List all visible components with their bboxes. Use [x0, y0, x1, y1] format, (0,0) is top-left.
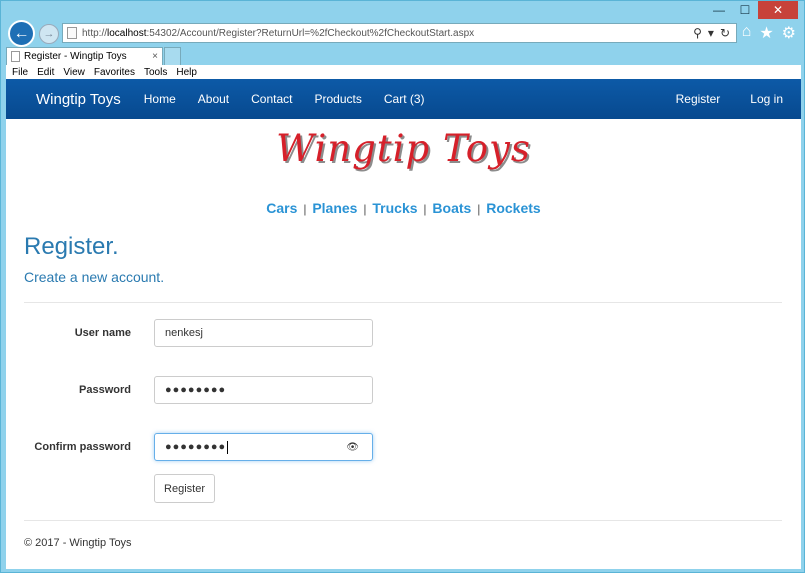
url-host: localhost — [107, 27, 147, 39]
refresh-icon[interactable]: ↻ — [720, 26, 730, 40]
page-icon — [67, 27, 77, 39]
footer-copyright: © 2017 - Wingtip Toys — [24, 537, 132, 549]
confirm-password-input[interactable]: ●●●●●●●● 👁 — [154, 433, 373, 461]
browser-right-icons: ⌂ ★ ⚙ — [742, 23, 796, 43]
nav-register[interactable]: Register — [676, 92, 721, 106]
confirm-password-label: Confirm password — [34, 441, 131, 453]
category-links: Cars | Planes | Trucks | Boats | Rockets — [6, 200, 801, 216]
tab-title: Register - Wingtip Toys — [24, 51, 127, 62]
category-separator: | — [363, 202, 367, 216]
category-rockets[interactable]: Rockets — [486, 200, 540, 216]
eye-icon[interactable]: 👁 — [346, 442, 360, 453]
menu-file[interactable]: File — [12, 67, 28, 78]
menu-edit[interactable]: Edit — [37, 67, 54, 78]
address-url[interactable]: http://localhost:54302/Account/Register?… — [82, 28, 693, 39]
category-separator: | — [303, 202, 307, 216]
password-label: Password — [79, 384, 131, 396]
text-caret — [227, 440, 229, 454]
category-planes[interactable]: Planes — [312, 200, 357, 216]
nav-contact[interactable]: Contact — [251, 92, 292, 106]
new-tab-button[interactable] — [164, 47, 181, 65]
menu-favorites[interactable]: Favorites — [94, 67, 135, 78]
nav-right: Register Log in — [664, 79, 801, 119]
maximize-button[interactable]: ☐ — [732, 1, 758, 19]
divider — [24, 520, 782, 521]
username-label: User name — [74, 327, 131, 339]
search-icon[interactable]: ⚲ — [693, 26, 702, 40]
page-icon — [11, 51, 20, 62]
browser-window: — ☐ ✕ ← → http://localhost:54302/Account… — [0, 0, 805, 573]
category-separator: | — [477, 202, 481, 216]
page-title: Register. — [24, 233, 119, 260]
menu-view[interactable]: View — [63, 67, 85, 78]
url-prefix: http:// — [82, 27, 108, 39]
menu-bar: File Edit View Favorites Tools Help — [6, 65, 801, 79]
divider — [24, 302, 782, 303]
address-bar-icons: ⚲ ▾ ↻ — [693, 26, 736, 40]
brand-link[interactable]: Wingtip Toys — [36, 91, 121, 108]
nav-home[interactable]: Home — [144, 92, 176, 106]
menu-help[interactable]: Help — [176, 67, 197, 78]
url-rest: :54302/Account/Register?ReturnUrl=%2fChe… — [146, 27, 475, 39]
nav-login[interactable]: Log in — [750, 92, 783, 106]
password-input[interactable]: ●●●●●●●● — [154, 376, 373, 404]
category-boats[interactable]: Boats — [432, 200, 471, 216]
back-button[interactable]: ← — [8, 20, 35, 47]
home-icon[interactable]: ⌂ — [742, 23, 752, 43]
browser-toolbar: ← → http://localhost:54302/Account/Regis… — [1, 19, 805, 47]
nav-products[interactable]: Products — [315, 92, 362, 106]
star-icon[interactable]: ★ — [759, 23, 773, 43]
confirm-password-value: ●●●●●●●● — [165, 441, 227, 453]
category-separator: | — [423, 202, 427, 216]
register-button[interactable]: Register — [154, 474, 215, 503]
page-subtitle: Create a new account. — [24, 269, 165, 285]
site-logo[interactable]: Wingtip Toys — [6, 127, 801, 170]
tab-strip: Register - Wingtip Toys × — [1, 47, 805, 65]
minimize-button[interactable]: — — [706, 1, 732, 19]
menu-tools[interactable]: Tools — [144, 67, 167, 78]
chevron-down-icon[interactable]: ▾ — [708, 26, 714, 40]
category-trucks[interactable]: Trucks — [372, 200, 417, 216]
username-input[interactable]: nenkesj — [154, 319, 373, 347]
tab-register[interactable]: Register - Wingtip Toys × — [6, 47, 163, 65]
forward-button[interactable]: → — [39, 24, 59, 44]
address-bar[interactable]: http://localhost:54302/Account/Register?… — [62, 23, 737, 43]
close-window-button[interactable]: ✕ — [758, 1, 798, 19]
window-controls: — ☐ ✕ — [706, 1, 798, 19]
category-cars[interactable]: Cars — [266, 200, 297, 216]
nav-about[interactable]: About — [198, 92, 229, 106]
gear-icon[interactable]: ⚙ — [782, 23, 796, 43]
page-viewport: Wingtip Toys Home About Contact Products… — [6, 79, 801, 569]
nav-cart[interactable]: Cart (3) — [384, 92, 425, 106]
close-tab-icon[interactable]: × — [148, 51, 162, 62]
site-navbar: Wingtip Toys Home About Contact Products… — [6, 79, 801, 119]
